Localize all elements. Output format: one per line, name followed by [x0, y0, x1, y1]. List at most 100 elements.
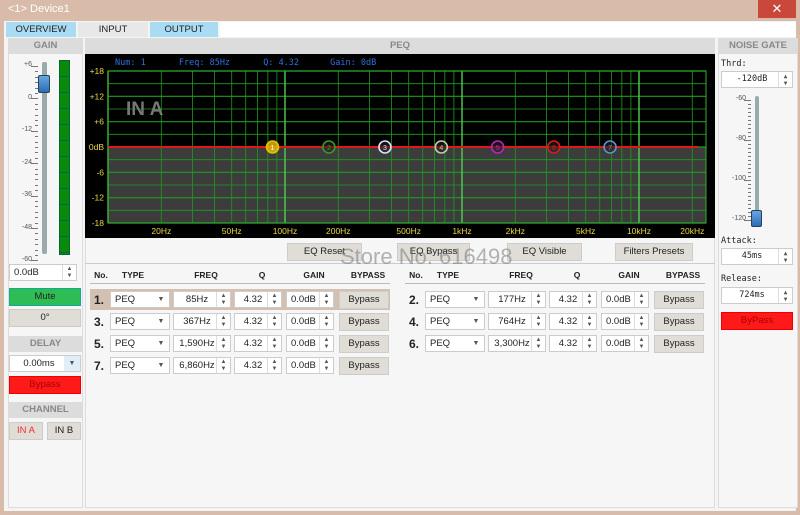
band-bypass-button[interactable]: Bypass [339, 335, 389, 353]
band-q-input[interactable]: 4.32 ▲ ▼ [549, 335, 597, 352]
thrd-label: Thrd: [721, 59, 747, 69]
band-type-select[interactable]: PEQ ▼ [425, 313, 485, 330]
band-bypass-button[interactable]: Bypass [654, 291, 704, 309]
eq-node-handle[interactable]: 5 [490, 140, 505, 154]
band-q: 4.32 [243, 360, 263, 371]
band-q-input[interactable]: 4.32 ▲ ▼ [549, 313, 597, 330]
mute-button[interactable]: Mute [9, 288, 81, 306]
band-q-input[interactable]: 4.32 ▲ ▼ [234, 335, 282, 352]
band-q-input[interactable]: 4.32 ▲ ▼ [234, 357, 282, 374]
band-bypass-button[interactable]: Bypass [339, 291, 389, 309]
spin-icon[interactable]: ▲ ▼ [267, 336, 281, 351]
band-freq: 6,860Hz [179, 360, 215, 371]
eq-node-handle[interactable]: 6 [546, 140, 561, 154]
eq-node-handle[interactable]: 7 [603, 140, 617, 154]
chevron-down-icon[interactable]: ▼ [64, 356, 80, 371]
spin-icon[interactable]: ▲ ▼ [319, 292, 333, 307]
spin-icon[interactable]: ▲ ▼ [582, 336, 596, 351]
band-freq-input[interactable]: 85Hz ▲ ▼ [173, 291, 231, 308]
noise-gate-bypass-button[interactable]: ByPass [721, 312, 793, 330]
spin-icon[interactable]: ▲ ▼ [62, 265, 76, 280]
spin-icon[interactable]: ▲ ▼ [216, 292, 230, 307]
spin-icon[interactable]: ▲ ▼ [216, 358, 230, 373]
channel-in-a-button[interactable]: IN A [9, 422, 43, 440]
delay-bypass-button[interactable]: Bypass [9, 376, 81, 394]
spin-icon[interactable]: ▲ ▼ [634, 292, 648, 307]
spin-icon[interactable]: ▲ ▼ [216, 314, 230, 329]
band-q-input[interactable]: 4.32 ▲ ▼ [549, 291, 597, 308]
gain-slider-handle[interactable] [38, 75, 50, 93]
spin-icon[interactable]: ▲ ▼ [319, 358, 333, 373]
attack-input[interactable]: 45ms ▲ ▼ [721, 248, 793, 265]
spin-icon[interactable]: ▲ ▼ [216, 336, 230, 351]
spin-icon[interactable]: ▲ ▼ [531, 314, 545, 329]
eq-node-handle[interactable]: 2 [322, 140, 336, 154]
spin-icon[interactable]: ▲ ▼ [778, 249, 792, 264]
spin-icon[interactable]: ▲ ▼ [778, 288, 792, 303]
band-gain-input[interactable]: 0.0dB ▲ ▼ [286, 335, 334, 352]
band-freq-input[interactable]: 764Hz ▲ ▼ [488, 313, 546, 330]
filters-presets-button[interactable]: Filters Presets [615, 243, 693, 261]
spin-icon[interactable]: ▲ ▼ [319, 314, 333, 329]
y-tick-label: -18 [92, 218, 105, 228]
chevron-down-icon[interactable]: ▼ [153, 314, 169, 329]
spin-icon[interactable]: ▲ ▼ [531, 336, 545, 351]
delay-select[interactable]: 0.00ms ▼ [9, 355, 81, 372]
band-type-select[interactable]: PEQ ▼ [110, 291, 170, 308]
chevron-down-icon[interactable]: ▼ [468, 314, 484, 329]
band-gain-input[interactable]: 0.0dB ▲ ▼ [286, 357, 334, 374]
spin-icon[interactable]: ▲ ▼ [531, 292, 545, 307]
thrd-input[interactable]: -120dB ▲ ▼ [721, 71, 793, 88]
tab-input[interactable]: INPUT [78, 22, 148, 37]
chevron-down-icon[interactable]: ▼ [153, 336, 169, 351]
band-gain-input[interactable]: 0.0dB ▲ ▼ [601, 313, 649, 330]
spin-icon[interactable]: ▲ ▼ [267, 292, 281, 307]
gain-value-input[interactable]: 0.0dB ▲ ▼ [9, 264, 77, 281]
band-bypass-button[interactable]: Bypass [339, 357, 389, 375]
tab-overview[interactable]: OVERVIEW [6, 22, 76, 37]
band-freq-input[interactable]: 1,590Hz ▲ ▼ [173, 335, 231, 352]
band-gain-input[interactable]: 0.0dB ▲ ▼ [601, 335, 649, 352]
spin-icon[interactable]: ▲ ▼ [634, 314, 648, 329]
band-freq-input[interactable]: 6,860Hz ▲ ▼ [173, 357, 231, 374]
band-freq-input[interactable]: 177Hz ▲ ▼ [488, 291, 546, 308]
band-q-input[interactable]: 4.32 ▲ ▼ [234, 291, 282, 308]
channel-in-b-button[interactable]: IN B [47, 422, 81, 440]
band-bypass-button[interactable]: Bypass [654, 335, 704, 353]
band-q-input[interactable]: 4.32 ▲ ▼ [234, 313, 282, 330]
spin-icon[interactable]: ▲ ▼ [634, 336, 648, 351]
eq-visible-button[interactable]: EQ Visible [507, 243, 582, 261]
threshold-slider-track[interactable] [755, 96, 759, 224]
band-bypass-button[interactable]: Bypass [339, 313, 389, 331]
band-type-select[interactable]: PEQ ▼ [110, 313, 170, 330]
eq-node-handle[interactable]: 4 [434, 140, 449, 154]
band-type-select[interactable]: PEQ ▼ [110, 335, 170, 352]
eq-node-handle[interactable]: 3 [378, 140, 392, 154]
band-type-select[interactable]: PEQ ▼ [425, 335, 485, 352]
band-type-select[interactable]: PEQ ▼ [110, 357, 170, 374]
eq-graph[interactable]: +18 +12 +6 0dB -6 -12 -18 20Hz 50Hz 100Hz 200Hz 500… [85, 54, 715, 238]
chevron-down-icon[interactable]: ▼ [153, 292, 169, 307]
spin-icon[interactable]: ▲ ▼ [582, 314, 596, 329]
band-freq-input[interactable]: 367Hz ▲ ▼ [173, 313, 231, 330]
band-gain-input[interactable]: 0.0dB ▲ ▼ [286, 313, 334, 330]
band-freq-input[interactable]: 3,300Hz ▲ ▼ [488, 335, 546, 352]
chevron-down-icon[interactable]: ▼ [468, 336, 484, 351]
chevron-down-icon[interactable]: ▼ [153, 358, 169, 373]
chevron-down-icon[interactable]: ▼ [468, 292, 484, 307]
band-gain-input[interactable]: 0.0dB ▲ ▼ [286, 291, 334, 308]
spin-icon[interactable]: ▲ ▼ [778, 72, 792, 87]
close-icon[interactable]: ✕ [758, 0, 796, 18]
spin-icon[interactable]: ▲ ▼ [319, 336, 333, 351]
eq-node-handle[interactable]: 1 [265, 140, 280, 154]
spin-icon[interactable]: ▲ ▼ [267, 358, 281, 373]
threshold-slider-handle[interactable] [751, 210, 762, 227]
band-bypass-button[interactable]: Bypass [654, 313, 704, 331]
spin-icon[interactable]: ▲ ▼ [582, 292, 596, 307]
release-input[interactable]: 724ms ▲ ▼ [721, 287, 793, 304]
tab-output[interactable]: OUTPUT [150, 22, 218, 37]
band-gain-input[interactable]: 0.0dB ▲ ▼ [601, 291, 649, 308]
phase-button[interactable]: 0° [9, 309, 81, 327]
spin-icon[interactable]: ▲ ▼ [267, 314, 281, 329]
band-type-select[interactable]: PEQ ▼ [425, 291, 485, 308]
